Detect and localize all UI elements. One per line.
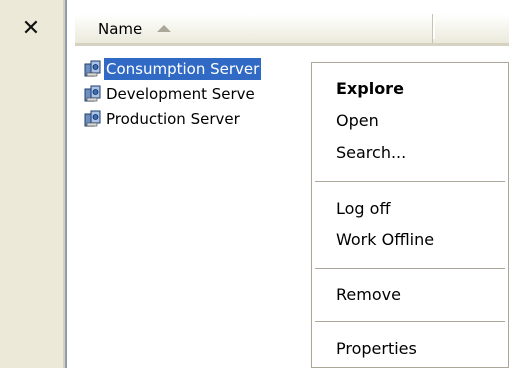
menu-item-label: Remove (336, 285, 401, 304)
menu-item-label: Work Offline (336, 230, 435, 249)
menu-item-log-off[interactable]: Log off (312, 195, 508, 223)
folder-pane: ✕ (0, 0, 66, 368)
menu-separator (315, 321, 505, 322)
item-list: Consumption Server Development Serve Pro… (83, 57, 262, 132)
server-icon (84, 110, 101, 127)
menu-separator (315, 268, 505, 269)
menu-item-label: Log off (336, 199, 391, 218)
list-item[interactable]: Development Serve (83, 82, 261, 106)
menu-item-explore[interactable]: Explore (312, 75, 508, 103)
list-item[interactable]: Production Server (83, 107, 261, 131)
sort-ascending-icon (157, 25, 171, 32)
menu-item-label: Search... (336, 143, 407, 162)
list-item-label: Development Serve (106, 85, 255, 103)
server-icon (84, 85, 101, 102)
menu-item-label: Explore (336, 79, 404, 98)
menu-item-label: Properties (336, 339, 417, 358)
list-header: Name (75, 14, 509, 46)
list-item[interactable]: Consumption Server (83, 57, 262, 81)
column-header-name-label: Name (98, 20, 143, 38)
menu-item-label: Open (336, 111, 379, 130)
menu-item-properties[interactable]: Properties (312, 335, 508, 363)
menu-separator (315, 181, 505, 182)
column-divider[interactable] (433, 18, 435, 39)
menu-item-open[interactable]: Open (312, 107, 508, 135)
list-item-label: Consumption Server (104, 58, 262, 80)
server-icon (84, 60, 101, 77)
column-header-name[interactable]: Name (75, 14, 433, 43)
menu-item-remove[interactable]: Remove (312, 281, 508, 309)
context-menu: Explore Open Search... Log off Work Offl… (311, 62, 509, 368)
menu-item-search[interactable]: Search... (312, 139, 508, 167)
close-icon[interactable]: ✕ (18, 16, 44, 42)
list-item-label: Production Server (106, 110, 240, 128)
menu-item-work-offline[interactable]: Work Offline (312, 226, 508, 254)
